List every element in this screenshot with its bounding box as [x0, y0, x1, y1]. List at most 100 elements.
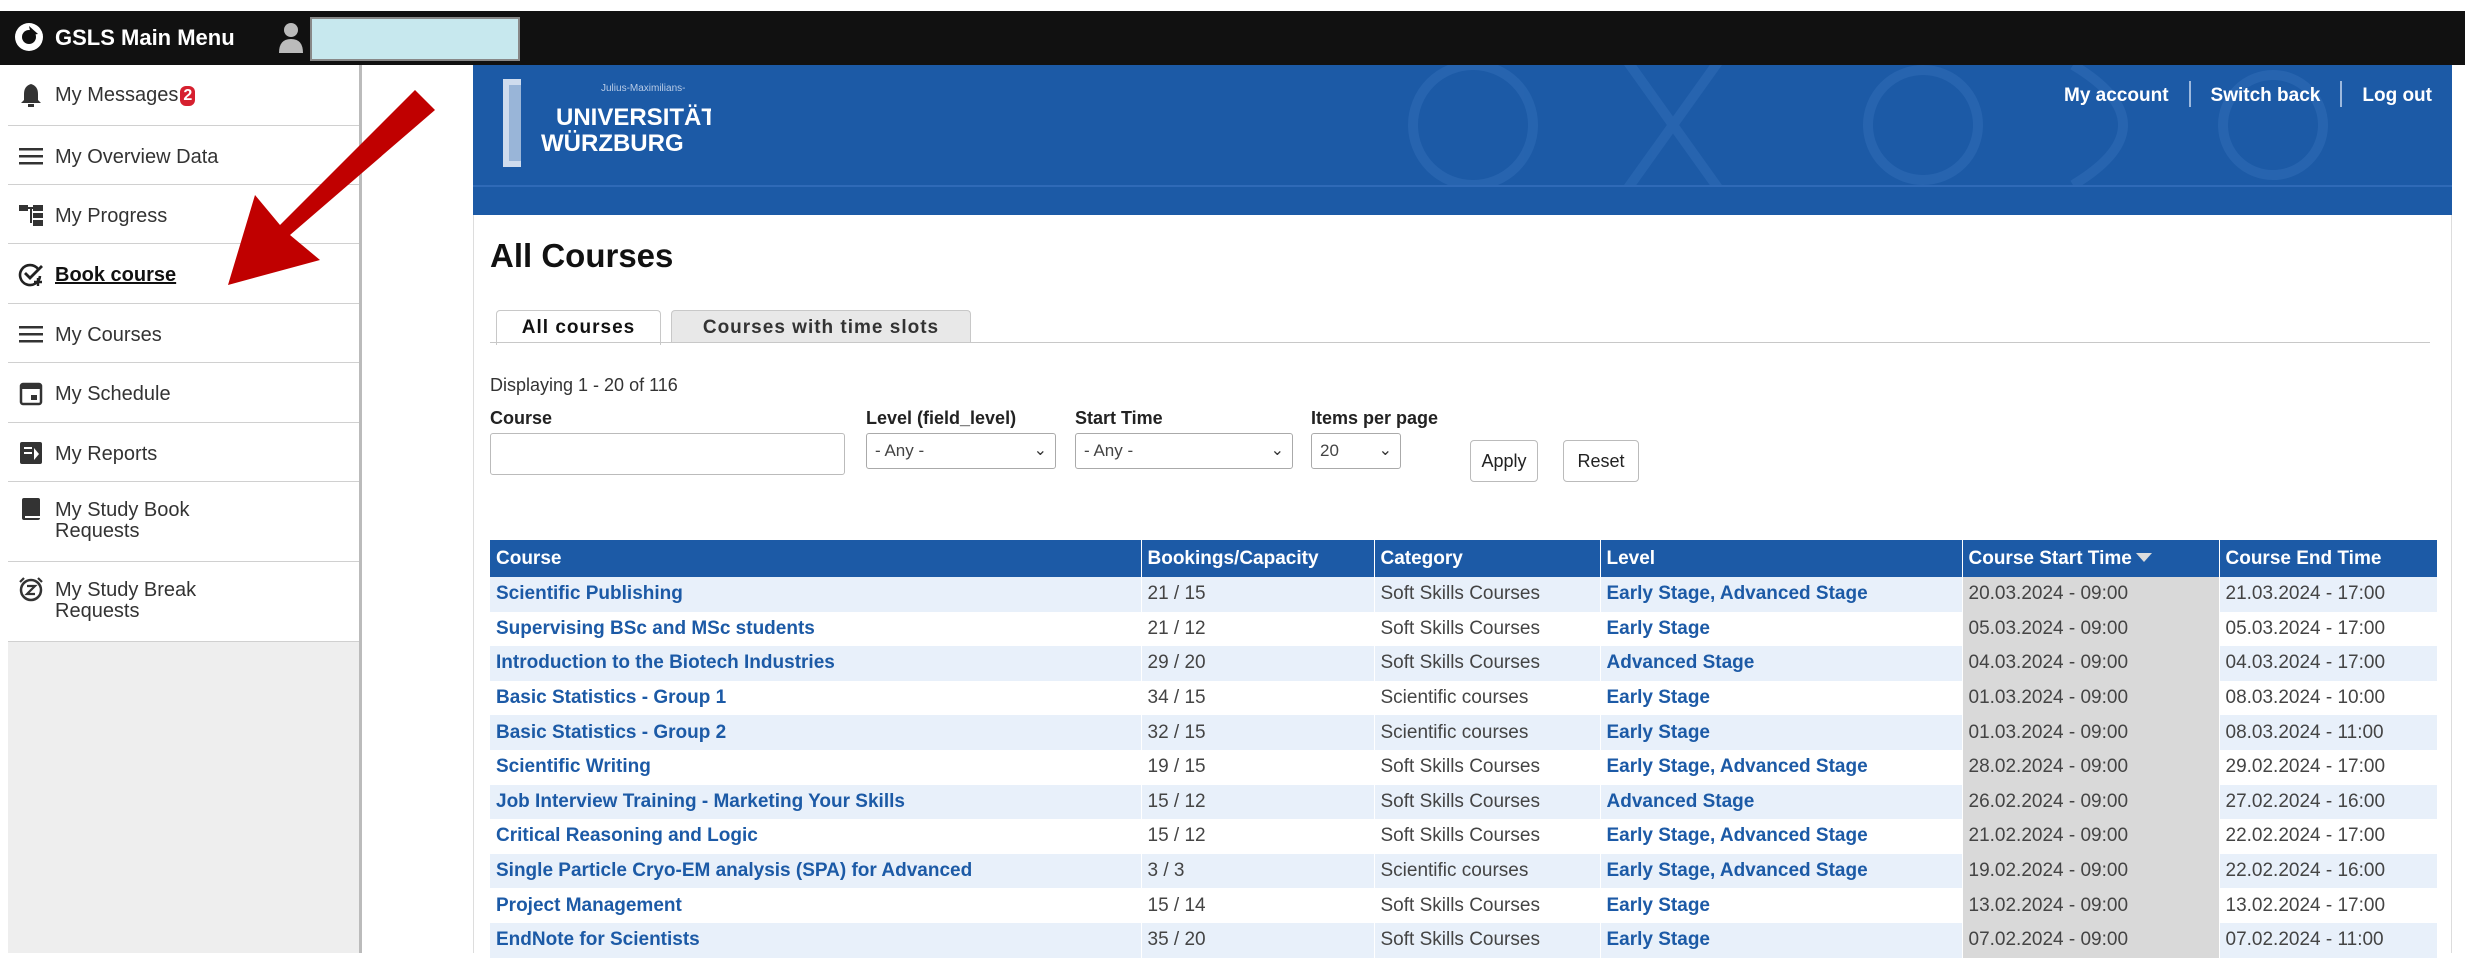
column-header-course-start-time[interactable]: Course Start Time: [1962, 540, 2220, 577]
sidebar-item-my-courses[interactable]: My Courses: [8, 304, 359, 363]
cell-course[interactable]: EndNote for Scientists: [490, 922, 1142, 958]
cell-course[interactable]: Introduction to the Biotech Industries: [490, 646, 1142, 681]
chevron-down-icon: ⌄: [1270, 442, 1284, 459]
main-menu-title[interactable]: GSLS Main Menu: [55, 25, 235, 51]
table-row: Job Interview Training - Marketing Your …: [490, 784, 2438, 820]
svg-text:Julius-Maximilians-: Julius-Maximilians-: [601, 83, 685, 94]
my-account-link[interactable]: My account: [2064, 85, 2169, 106]
cell-level[interactable]: Early Stage: [1600, 715, 1963, 750]
sidebar-item-label: My Study Book: [55, 499, 190, 521]
chevron-down-icon: ⌄: [1033, 442, 1047, 459]
cell-bookings: 32 / 15: [1141, 715, 1375, 750]
table-header-row: Course Bookings/Capacity Category Level …: [490, 540, 2438, 577]
cell-category: Soft Skills Courses: [1374, 749, 1601, 785]
level-filter-label: Level (field_level): [866, 408, 1017, 428]
cell-category: Scientific courses: [1374, 715, 1601, 750]
cell-level[interactable]: Early Stage, Advanced Stage: [1600, 577, 1963, 612]
cell-course[interactable]: Scientific Publishing: [490, 577, 1142, 612]
results-count: Displaying 1 - 20 of 116: [490, 375, 678, 395]
cell-end-time: 22.02.2024 - 16:00: [2219, 853, 2438, 889]
cell-bookings: 15 / 12: [1141, 784, 1375, 820]
cell-end-time: 08.03.2024 - 11:00: [2219, 715, 2438, 750]
cell-end-time: 13.02.2024 - 17:00: [2219, 888, 2438, 923]
column-header-category[interactable]: Category: [1374, 540, 1601, 577]
cell-bookings: 15 / 14: [1141, 888, 1375, 923]
banner-strip: [473, 185, 2452, 215]
cell-course[interactable]: Critical Reasoning and Logic: [490, 819, 1142, 854]
column-header-course[interactable]: Course: [490, 540, 1142, 577]
cell-category: Soft Skills Courses: [1374, 888, 1601, 923]
cell-bookings: 21 / 15: [1141, 577, 1375, 612]
tab-all-courses[interactable]: All courses: [496, 310, 661, 345]
user-icon[interactable]: [278, 21, 304, 53]
table-row: Single Particle Cryo-EM analysis (SPA) f…: [490, 853, 2438, 889]
bell-icon: [21, 84, 41, 107]
table-row: Introduction to the Biotech Industries 29…: [490, 646, 2438, 681]
username-redacted-box: [310, 17, 520, 61]
cell-category: Soft Skills Courses: [1374, 646, 1601, 681]
red-pointer-arrow: [228, 90, 435, 285]
cell-level[interactable]: Early Stage: [1600, 611, 1963, 647]
cell-category: Soft Skills Courses: [1374, 819, 1601, 854]
cell-start-time: 21.02.2024 - 09:00: [1962, 819, 2220, 854]
snooze-clock-icon: [19, 577, 43, 602]
cell-course[interactable]: Single Particle Cryo-EM analysis (SPA) f…: [490, 853, 1142, 889]
calendar-icon: [19, 382, 43, 406]
sidebar-item-my-reports[interactable]: My Reports: [8, 423, 359, 482]
table-row: Supervising BSc and MSc students 21 / 12 S…: [490, 611, 2438, 647]
level-filter-value: - Any -: [875, 441, 925, 460]
sidebar-item-label: My Overview Data: [55, 146, 219, 168]
cell-level[interactable]: Advanced Stage: [1600, 646, 1963, 681]
column-header-course-end-time[interactable]: Course End Time: [2219, 540, 2438, 577]
cell-start-time: 01.03.2024 - 09:00: [1962, 680, 2220, 716]
reset-button[interactable]: Reset: [1563, 440, 1639, 482]
sidebar-item-my-study-break-requests[interactable]: My Study Break Requests: [8, 562, 359, 642]
cell-level[interactable]: Advanced Stage: [1600, 784, 1963, 820]
cell-course[interactable]: Supervising BSc and MSc students: [490, 611, 1142, 647]
level-filter-select[interactable]: - Any - ⌄: [866, 433, 1056, 469]
cell-category: Scientific courses: [1374, 853, 1601, 889]
chevron-down-icon: ⌄: [1378, 442, 1392, 459]
cell-start-time: 05.03.2024 - 09:00: [1962, 611, 2220, 647]
sidebar-item-label: My Courses: [55, 324, 162, 346]
log-out-link[interactable]: Log out: [2362, 85, 2432, 106]
cell-end-time: 29.02.2024 - 17:00: [2219, 749, 2438, 785]
header-banner: Julius-Maximilians- UNIVERSITÄT WÜRZBURG…: [473, 65, 2452, 185]
gsls-logo-icon[interactable]: [14, 22, 44, 52]
apply-button[interactable]: Apply: [1470, 440, 1538, 482]
cell-course[interactable]: Job Interview Training - Marketing Your …: [490, 784, 1142, 820]
cell-course[interactable]: Basic Statistics - Group 2: [490, 715, 1142, 750]
cell-course[interactable]: Basic Statistics - Group 1: [490, 680, 1142, 716]
cell-level[interactable]: Early Stage: [1600, 888, 1963, 923]
cell-level[interactable]: Early Stage: [1600, 680, 1963, 716]
items-per-page-value: 20: [1320, 441, 1339, 460]
cell-start-time: 20.03.2024 - 09:00: [1962, 577, 2220, 612]
cell-start-time: 04.03.2024 - 09:00: [1962, 646, 2220, 681]
sidebar-item-my-study-book-requests[interactable]: My Study Book Requests: [8, 482, 359, 562]
main-content: All Courses All courses Courses with tim…: [473, 215, 2452, 958]
cell-bookings: 29 / 20: [1141, 646, 1375, 681]
cell-course[interactable]: Project Management: [490, 888, 1142, 923]
table-row: Critical Reasoning and Logic 15 / 12 Soft …: [490, 819, 2438, 854]
cell-level[interactable]: Early Stage, Advanced Stage: [1600, 853, 1963, 889]
sidebar-item-label: My Messages: [55, 84, 179, 106]
items-per-page-select[interactable]: 20 ⌄: [1311, 433, 1401, 469]
cell-level[interactable]: Early Stage: [1600, 922, 1963, 958]
column-header-level[interactable]: Level: [1600, 540, 1963, 577]
cell-level[interactable]: Early Stage, Advanced Stage: [1600, 819, 1963, 854]
cell-end-time: 22.02.2024 - 17:00: [2219, 819, 2438, 854]
course-filter-label: Course: [490, 408, 553, 428]
university-logo[interactable]: Julius-Maximilians- UNIVERSITÄT WÜRZBURG: [501, 77, 711, 172]
start-time-filter-select[interactable]: - Any - ⌄: [1075, 433, 1293, 469]
table-row: Basic Statistics - Group 1 34 / 15 Scienti…: [490, 680, 2438, 716]
cell-course[interactable]: Scientific Writing: [490, 749, 1142, 785]
column-header-bookings-capacity[interactable]: Bookings/Capacity: [1141, 540, 1375, 577]
cell-bookings: 34 / 15: [1141, 680, 1375, 716]
tab-courses-with-time-slots[interactable]: Courses with time slots: [671, 310, 971, 343]
top-bar: GSLS Main Menu: [0, 11, 2465, 65]
switch-back-link[interactable]: Switch back: [2211, 85, 2321, 106]
course-filter-input[interactable]: [490, 433, 845, 475]
sidebar-item-my-schedule[interactable]: My Schedule: [8, 363, 359, 423]
start-time-filter-value: - Any -: [1084, 441, 1134, 460]
cell-level[interactable]: Early Stage, Advanced Stage: [1600, 749, 1963, 785]
